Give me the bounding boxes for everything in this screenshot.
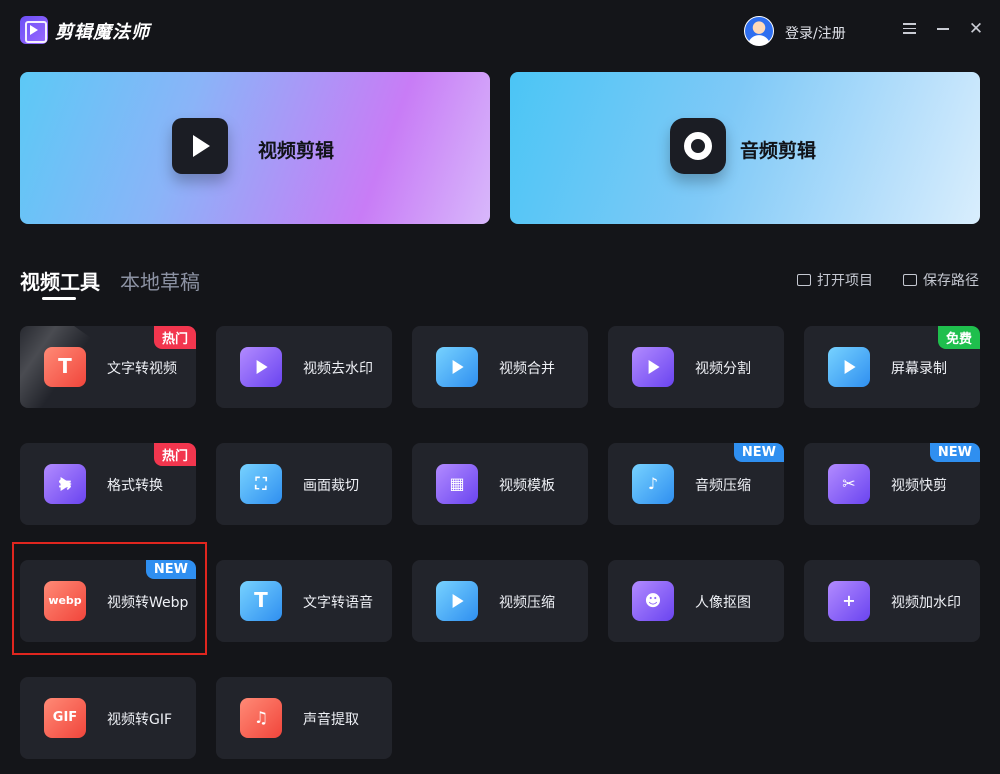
- tool-video-to-gif[interactable]: GIF 视频转GIF: [20, 677, 196, 759]
- tool-label: 画面裁切: [303, 478, 359, 494]
- tool-label: 人像抠图: [695, 595, 751, 611]
- tool-label: 视频压缩: [499, 595, 555, 611]
- tool-portrait-cutout[interactable]: ☻ 人像抠图: [608, 560, 784, 642]
- split-video-icon: [632, 347, 674, 387]
- tool-label: 视频模板: [499, 478, 555, 494]
- tool-text-to-speech[interactable]: T 文字转语音: [216, 560, 392, 642]
- new-badge: NEW: [733, 443, 784, 462]
- tool-label: 视频转GIF: [107, 712, 173, 728]
- text-to-video-icon: T: [44, 347, 86, 387]
- tool-split-video[interactable]: 视频分割: [608, 326, 784, 408]
- tool-label: 格式转换: [107, 478, 163, 494]
- tool-label: 视频去水印: [303, 361, 373, 377]
- video-edit-banner[interactable]: 视频剪辑: [20, 72, 490, 224]
- tool-label: 屏幕录制: [891, 361, 947, 377]
- tool-label: 视频转Webp: [107, 595, 189, 611]
- tool-screen-record[interactable]: 屏幕录制 免费: [804, 326, 980, 408]
- close-icon[interactable]: ✕: [967, 20, 985, 38]
- audio-extract-icon: ♫: [240, 698, 282, 738]
- add-watermark-icon: +: [828, 581, 870, 621]
- tool-video-compress[interactable]: 视频压缩: [412, 560, 588, 642]
- minimize-icon[interactable]: [934, 20, 952, 38]
- tool-audio-compress[interactable]: ♪ 音频压缩 NEW: [608, 443, 784, 525]
- new-badge: NEW: [929, 443, 980, 462]
- tool-video-to-webp[interactable]: webp 视频转Webp NEW: [20, 560, 196, 642]
- tool-template[interactable]: ▦ 视频模板: [412, 443, 588, 525]
- format-convert-icon: ⇆: [44, 464, 86, 504]
- app-logo-icon: [20, 16, 48, 44]
- template-icon: ▦: [436, 464, 478, 504]
- screen-record-icon: [828, 347, 870, 387]
- video-edit-label: 视频剪辑: [258, 140, 335, 162]
- merge-video-icon: [436, 347, 478, 387]
- app-title: 剪辑魔法师: [55, 22, 150, 43]
- text-to-speech-icon: T: [240, 581, 282, 621]
- save-icon: [903, 274, 917, 286]
- audio-compress-icon: ♪: [632, 464, 674, 504]
- free-badge: 免费: [937, 326, 980, 349]
- tool-label: 文字转视频: [107, 361, 177, 377]
- hot-badge: 热门: [153, 443, 196, 466]
- tool-label: 视频快剪: [891, 478, 947, 494]
- remove-watermark-icon: [240, 347, 282, 387]
- tool-add-watermark[interactable]: + 视频加水印: [804, 560, 980, 642]
- tool-remove-watermark[interactable]: 视频去水印: [216, 326, 392, 408]
- tool-crop[interactable]: ⛶ 画面裁切: [216, 443, 392, 525]
- open-project-button[interactable]: 打开项目: [797, 270, 873, 290]
- speaker-icon: [670, 118, 726, 174]
- quick-cut-icon: ✂: [828, 464, 870, 504]
- tool-label: 视频合并: [499, 361, 555, 377]
- tool-quick-cut[interactable]: ✂ 视频快剪 NEW: [804, 443, 980, 525]
- tool-label: 视频加水印: [891, 595, 961, 611]
- tool-format-convert[interactable]: ⇆ 格式转换 热门: [20, 443, 196, 525]
- tool-label: 声音提取: [303, 712, 359, 728]
- tool-label: 音频压缩: [695, 478, 751, 494]
- video-compress-icon: [436, 581, 478, 621]
- tool-label: 视频分割: [695, 361, 751, 377]
- hot-badge: 热门: [153, 326, 196, 349]
- audio-edit-label: 音频剪辑: [740, 140, 817, 162]
- tool-text-to-video[interactable]: T 文字转视频 热门: [20, 326, 196, 408]
- login-link[interactable]: 登录/注册: [785, 23, 846, 43]
- portrait-cutout-icon: ☻: [632, 581, 674, 621]
- video-to-webp-icon: webp: [44, 581, 86, 621]
- save-path-button[interactable]: 保存路径: [903, 270, 979, 290]
- new-badge: NEW: [145, 560, 196, 579]
- video-camera-icon: [172, 118, 228, 174]
- tool-label: 文字转语音: [303, 595, 373, 611]
- video-to-gif-icon: GIF: [44, 698, 86, 738]
- crop-icon: ⛶: [240, 464, 282, 504]
- tab-video-tools[interactable]: 视频工具: [20, 266, 100, 300]
- tool-merge-video[interactable]: 视频合并: [412, 326, 588, 408]
- menu-icon[interactable]: [900, 20, 918, 38]
- folder-icon: [797, 274, 811, 286]
- tab-local-drafts[interactable]: 本地草稿: [120, 266, 200, 295]
- audio-edit-banner[interactable]: 音频剪辑: [510, 72, 980, 224]
- tool-audio-extract[interactable]: ♫ 声音提取: [216, 677, 392, 759]
- avatar[interactable]: [744, 16, 774, 46]
